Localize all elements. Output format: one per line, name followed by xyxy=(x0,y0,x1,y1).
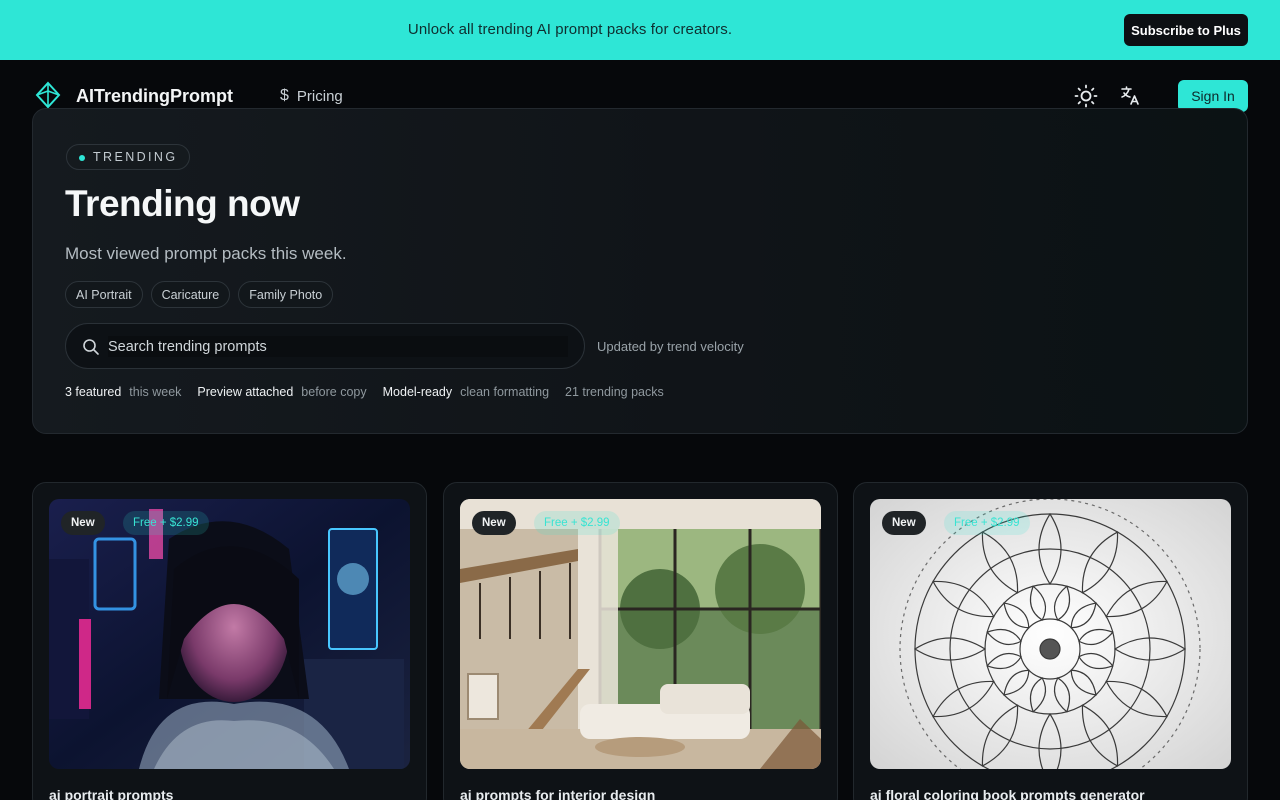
page-subtitle: Most viewed prompt packs this week. xyxy=(65,244,347,263)
page-title: Trending now xyxy=(65,183,300,224)
tag-chips: AI Portrait Caricature Family Photo xyxy=(65,281,334,308)
card-image-neon-portrait[interactable]: New Free + $2.99 xyxy=(49,499,410,769)
badge-label: TRENDING xyxy=(93,150,178,164)
promo-text: Unlock all trending AI prompt packs for … xyxy=(407,21,733,38)
updated-note: Updated by trend velocity xyxy=(597,339,744,354)
brand-name[interactable]: AITrendingPrompt xyxy=(76,86,233,107)
subscribe-button[interactable]: Subscribe to Plus xyxy=(1124,14,1248,46)
chip-family-photo[interactable]: Family Photo xyxy=(238,281,334,308)
translate-icon[interactable] xyxy=(1118,84,1142,108)
card-title[interactable]: ai portrait prompts xyxy=(49,787,173,800)
card-image-floral-mandala[interactable]: New Free + $2.99 xyxy=(870,499,1231,769)
new-badge: New xyxy=(61,511,105,535)
search-icon xyxy=(83,339,99,355)
search-input[interactable] xyxy=(108,336,568,357)
chip-caricature[interactable]: Caricature xyxy=(150,281,231,308)
stat-model-ready-note: clean formatting xyxy=(460,385,550,399)
card-title[interactable]: ai floral coloring book prompts generato… xyxy=(870,787,1145,800)
stat-featured-note: this week xyxy=(129,385,182,399)
stat-preview: Preview attached xyxy=(197,385,294,399)
price-badge: Free + $2.99 xyxy=(944,511,1030,535)
badge-dot-icon xyxy=(79,155,85,161)
new-badge: New xyxy=(882,511,926,535)
hero-panel: TRENDING Trending now Most viewed prompt… xyxy=(32,108,1248,434)
sun-icon[interactable] xyxy=(1073,83,1099,109)
pack-count: 21 trending packs xyxy=(565,385,664,399)
prompt-card-grid: New Free + $2.99 ai portrait prompts New… xyxy=(32,482,1248,800)
stats-row: 3 featured this week Preview attached be… xyxy=(65,385,664,399)
chip-ai-portrait[interactable]: AI Portrait xyxy=(65,281,143,308)
nav-pricing-label: Pricing xyxy=(296,87,343,105)
search-bar xyxy=(65,323,585,369)
trending-badge: TRENDING xyxy=(66,144,191,170)
prompt-card[interactable]: New Free + $2.99 ai prompts for interior… xyxy=(443,482,838,800)
price-badge: Free + $2.99 xyxy=(123,511,209,535)
price-badge: Free + $2.99 xyxy=(534,511,620,535)
dollar-icon: $ xyxy=(280,87,289,104)
stat-model-ready: Model-ready xyxy=(382,385,453,399)
prompt-card[interactable]: New Free + $2.99 ai portrait prompts xyxy=(32,482,427,800)
nav-pricing-link[interactable]: $ Pricing xyxy=(280,86,343,106)
card-image-interior-living-room[interactable]: New Free + $2.99 xyxy=(460,499,821,769)
logo-icon[interactable] xyxy=(34,81,62,109)
stat-featured: 3 featured xyxy=(65,385,122,399)
promo-banner: Unlock all trending AI prompt packs for … xyxy=(0,0,1280,60)
stat-preview-note: before copy xyxy=(301,385,367,399)
card-title[interactable]: ai prompts for interior design xyxy=(460,787,655,800)
new-badge: New xyxy=(472,511,516,535)
prompt-card[interactable]: New Free + $2.99 ai floral coloring book… xyxy=(853,482,1248,800)
